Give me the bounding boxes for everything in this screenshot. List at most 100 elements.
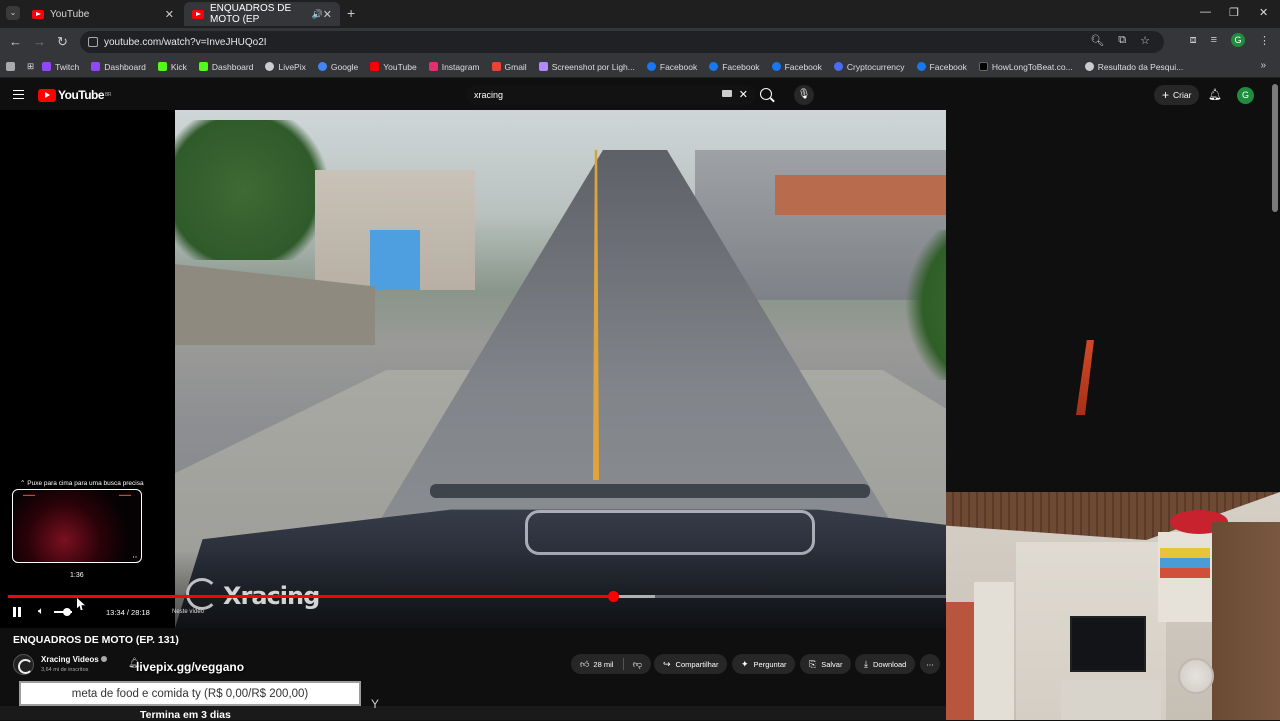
volume-icon[interactable]: 🔈︎	[38, 606, 44, 617]
bookmark-item[interactable]: Gmail	[491, 62, 527, 72]
close-icon[interactable]: ✕	[165, 8, 174, 21]
stream-donation-url: livepix.gg/veggano	[136, 660, 245, 674]
bookmark-item[interactable]: Dashboard	[198, 62, 253, 72]
scrub-hint: ⌃ Puxe para cima para uma busca precisa	[20, 480, 144, 487]
new-tab-icon[interactable]: +	[347, 5, 355, 21]
bookmark-item[interactable]: Kick	[157, 62, 187, 72]
subscriber-count: 3,64 mi de inscritos	[41, 667, 89, 673]
bookmark-item[interactable]: Facebook	[646, 62, 697, 72]
forward-arrow-icon[interactable]: →	[33, 34, 46, 49]
bookmark-item[interactable]: Instagram	[428, 62, 480, 72]
volume-slider-handle[interactable]	[63, 608, 71, 616]
extensions-puzzle-icon[interactable]: ⧈	[1190, 34, 1197, 47]
cast-icon[interactable]: ⧉	[1118, 34, 1126, 47]
bookmarks-bar: ⊞ Twitch Dashboard Kick Dashboard LivePi…	[0, 56, 1280, 78]
window-close-icon[interactable]: ✕	[1259, 6, 1268, 19]
tab-video[interactable]: ENQUADROS DE MOTO (EP 🔊 ✕	[184, 2, 340, 26]
howlongtobeat-icon	[978, 62, 988, 71]
browser-tab-bar: ⌄ YouTube ✕ ENQUADROS DE MOTO (EP 🔊 ✕ + …	[0, 0, 1280, 28]
bookmark-item[interactable]: Screenshot por Ligh...	[538, 62, 635, 72]
page-scrollbar[interactable]	[1272, 84, 1278, 212]
facebook-icon	[916, 62, 926, 71]
ask-button[interactable]: ✦ Perguntar	[732, 654, 796, 674]
browser-menu-icon[interactable]: ⋮	[1259, 34, 1270, 47]
close-icon[interactable]: ✕	[323, 8, 332, 21]
facebook-icon	[771, 62, 781, 71]
youtube-favicon-icon	[192, 9, 204, 19]
bookmark-star-icon[interactable]: ☆	[1140, 34, 1150, 47]
more-actions-icon[interactable]: ⋯	[920, 654, 940, 674]
tab-youtube[interactable]: YouTube ✕	[24, 2, 182, 26]
create-button[interactable]: + Criar	[1154, 85, 1200, 105]
bookmark-item[interactable]: HowLongToBeat.co...	[978, 62, 1073, 72]
search-icon[interactable]	[760, 88, 772, 100]
sparkle-icon: ✦	[741, 658, 749, 669]
tab-search-chevron-icon[interactable]: ⌄	[6, 6, 20, 20]
dislike-button[interactable]: 👎︎	[633, 659, 642, 670]
progress-scrubber[interactable]	[608, 591, 619, 602]
back-arrow-icon[interactable]: ←	[9, 34, 22, 49]
bookmark-item[interactable]: Google	[317, 62, 358, 72]
save-button[interactable]: ⎘ Salvar	[800, 654, 852, 674]
download-icon: ⤓	[864, 658, 868, 669]
bookmark-item[interactable]: Facebook	[771, 62, 822, 72]
bookmark-item[interactable]: Resultado da Pesqui...	[1084, 62, 1183, 72]
bookmark-apps-icon[interactable]	[6, 62, 19, 71]
search-input[interactable]: xracing ✕	[466, 85, 756, 105]
time-display: 13:34 / 28:18	[106, 608, 150, 617]
account-avatar[interactable]: G	[1237, 87, 1254, 104]
clear-search-icon[interactable]: ✕	[739, 88, 748, 101]
chapter-label[interactable]: Neste vídeo	[172, 609, 204, 615]
plus-icon: +	[1162, 88, 1170, 102]
menu-hamburger-icon[interactable]	[13, 90, 24, 99]
video-title: ENQUADROS DE MOTO (EP. 131)	[13, 634, 179, 646]
zoom-icon[interactable]: 🔍︎	[1090, 34, 1104, 47]
goal-ends-text: Termina em 3 dias	[140, 709, 231, 721]
bookmark-item[interactable]: Dashboard	[91, 62, 146, 72]
reload-icon[interactable]: ↻	[57, 34, 68, 50]
channel-name[interactable]: Xracing Videos	[41, 655, 99, 664]
tab-label: YouTube	[50, 8, 90, 20]
audio-playing-icon[interactable]: 🔊	[312, 9, 323, 20]
facebook-icon	[709, 62, 719, 71]
bookmark-item[interactable]: Facebook	[709, 62, 760, 72]
download-button[interactable]: ⤓ Download	[855, 654, 916, 674]
microphone-icon[interactable]: 🎙︎	[794, 85, 814, 105]
channel-avatar[interactable]	[13, 654, 34, 675]
like-button[interactable]: 👍︎ 28 mil	[580, 659, 613, 670]
twitch-icon	[91, 62, 101, 71]
google-icon	[317, 62, 327, 71]
bookmark-item[interactable]: Facebook	[916, 62, 967, 72]
youtube-play-logo-icon	[38, 88, 56, 102]
bookmark-grid-icon[interactable]: ⊞	[27, 61, 34, 72]
url-text: youtube.com/watch?v=InveJHUQo2I	[104, 36, 267, 48]
bookmark-item[interactable]: Cryptocurrency	[833, 62, 905, 72]
address-bar[interactable]: youtube.com/watch?v=InveJHUQo2I	[80, 31, 1164, 53]
twitch-icon	[42, 62, 52, 71]
site-info-icon[interactable]	[88, 37, 98, 47]
share-arrow-icon: ↪	[663, 658, 671, 669]
more-bookmarks-icon[interactable]: »	[1260, 60, 1266, 71]
donation-goal-bar: meta de food e comida ty (R$ 0,00/R$ 200…	[19, 681, 361, 706]
media-control-icon[interactable]: ≡	[1211, 34, 1217, 46]
share-button[interactable]: ↪ Compartilhar	[654, 654, 728, 674]
pause-icon[interactable]	[13, 607, 21, 617]
streamer-webcam	[946, 492, 1280, 720]
bookmark-item[interactable]: YouTube	[370, 62, 417, 72]
notifications-bell-icon[interactable]: 🔔︎	[1208, 88, 1222, 101]
youtube-logo[interactable]: YouTube BR	[38, 88, 111, 102]
profile-avatar[interactable]: G	[1231, 33, 1245, 47]
gmail-icon	[491, 62, 501, 71]
keyboard-icon[interactable]	[722, 90, 732, 97]
thumbs-up-icon: 👍︎	[580, 658, 590, 669]
overlay-y-icon: Y	[371, 697, 380, 711]
bookmark-item[interactable]: LivePix	[265, 62, 306, 72]
verified-check-icon	[101, 656, 107, 662]
scrub-preview-thumbnail: ▬▬▬ ▬▬▬ ◐x	[12, 489, 142, 563]
livepix-icon	[265, 62, 275, 71]
minimize-icon[interactable]: —	[1200, 6, 1211, 18]
youtube-icon	[370, 62, 380, 71]
progress-bar[interactable]	[8, 591, 946, 602]
bookmark-item[interactable]: Twitch	[42, 62, 79, 72]
restore-icon[interactable]: ❐	[1229, 6, 1239, 19]
